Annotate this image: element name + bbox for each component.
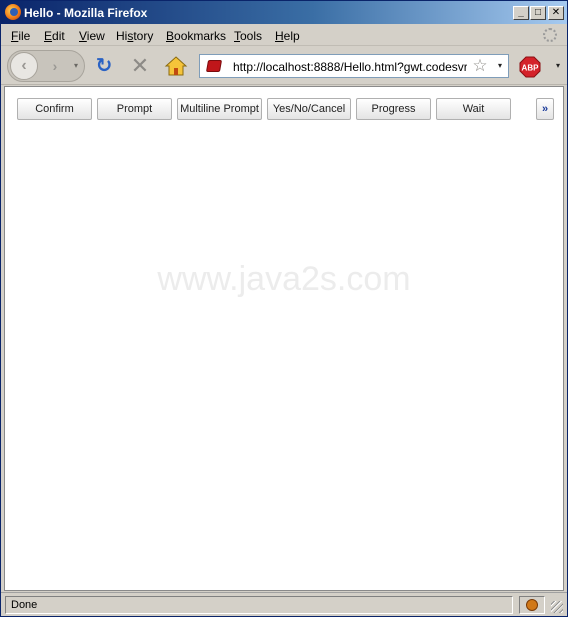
home-button[interactable] — [164, 55, 188, 77]
yes-no-cancel-button[interactable]: Yes/No/Cancel — [267, 98, 351, 120]
status-bar: Done — [1, 592, 567, 616]
menu-bar: File Edit View History Bookmarks Tools H… — [1, 24, 567, 46]
menu-help[interactable]: Help — [275, 29, 300, 43]
forward-button[interactable]: › — [42, 57, 68, 75]
maximize-button[interactable]: □ — [530, 6, 546, 20]
history-dropdown-icon[interactable]: ▾ — [72, 61, 80, 71]
title-bar: Hello - Mozilla Firefox _ □ ✕ — [1, 1, 567, 24]
more-buttons-chevron-icon[interactable]: » — [536, 98, 554, 120]
window-title: Hello - Mozilla Firefox — [24, 6, 148, 20]
firebug-button[interactable] — [519, 596, 545, 614]
url-dropdown-icon[interactable]: ▾ — [494, 60, 506, 72]
site-identity-icon[interactable] — [203, 57, 227, 75]
wait-button[interactable]: Wait — [436, 98, 511, 120]
url-bar[interactable]: http://localhost:8888/Hello.html?gwt.cod… — [199, 54, 509, 78]
close-button[interactable]: ✕ — [548, 6, 564, 20]
menu-file[interactable]: File — [11, 29, 30, 43]
stop-button[interactable]: ✕ — [129, 55, 151, 77]
watermark: www.java2s.com — [157, 260, 411, 298]
adblock-plus-icon: ABP — [519, 56, 541, 78]
adblock-plus-dropdown-icon[interactable]: ▾ — [554, 61, 562, 71]
firefox-logo-icon — [5, 4, 21, 20]
multiline-prompt-button[interactable]: Multiline Prompt — [177, 98, 262, 120]
back-button[interactable]: ‹ — [10, 52, 38, 80]
navigation-toolbar: ‹ › ▾ ↻ ✕ http://localhost:8888/Hello.ht… — [1, 47, 567, 85]
adblock-plus-label: ABP — [522, 64, 540, 73]
page-content: Confirm Prompt Multiline Prompt Yes/No/C… — [4, 86, 564, 591]
url-input[interactable]: http://localhost:8888/Hello.html?gwt.cod… — [233, 60, 467, 74]
resize-grip-icon[interactable] — [551, 601, 563, 613]
firebug-icon — [526, 599, 538, 611]
menu-view[interactable]: View — [79, 29, 105, 43]
menu-history[interactable]: History — [116, 29, 153, 43]
status-text: Done — [5, 596, 513, 614]
minimize-button[interactable]: _ — [513, 6, 529, 20]
menu-bookmarks[interactable]: Bookmarks — [166, 29, 226, 43]
menu-edit[interactable]: Edit — [44, 29, 65, 43]
confirm-button[interactable]: Confirm — [17, 98, 92, 120]
browser-window: Hello - Mozilla Firefox _ □ ✕ File Edit … — [0, 0, 568, 617]
activity-throbber-icon — [543, 28, 557, 42]
home-icon — [164, 56, 188, 76]
menu-tools[interactable]: Tools — [234, 29, 262, 43]
back-forward-group: ‹ › ▾ — [7, 50, 85, 82]
adblock-plus-button[interactable]: ABP — [519, 56, 541, 78]
bookmark-star-icon[interactable]: ☆ — [470, 56, 490, 76]
prompt-button[interactable]: Prompt — [97, 98, 172, 120]
progress-button[interactable]: Progress — [356, 98, 431, 120]
reload-button[interactable]: ↻ — [93, 55, 115, 77]
